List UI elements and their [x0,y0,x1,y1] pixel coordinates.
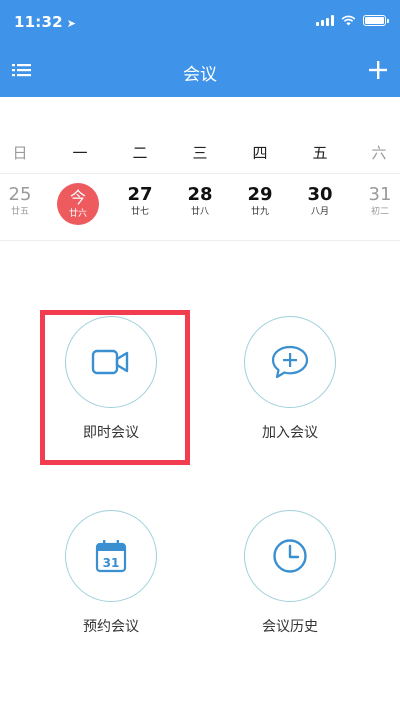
lunar-date: 廿六 [68,209,87,219]
date-number: 31 [368,184,392,205]
instant-meeting-button[interactable]: 即时会议 [41,316,181,442]
bottom-area [0,631,400,711]
status-time: 11:32 ➤ [14,13,76,31]
weekday-thu: 四 [252,144,268,162]
join-meeting-button[interactable]: 加入会议 [220,316,360,442]
weekday-sat: 六 [371,144,387,162]
wifi-icon [341,15,356,26]
weekday-row: 日 一 二 三 四 五 六 [0,142,400,172]
weekday-wed: 三 [192,144,208,162]
weekday-mon: 一 [72,144,88,162]
plus-icon [369,61,387,79]
schedule-meeting-button[interactable]: 31 预约会议 [41,510,181,636]
date-number: 30 [307,184,333,205]
battery-icon [363,15,389,26]
lunar-date: 廿五 [10,207,29,217]
date-number: 28 [187,184,213,205]
status-icons [316,15,389,26]
action-circle [65,316,157,408]
weekday-sun: 日 [12,144,28,162]
weekday-tue: 二 [132,144,148,162]
app-header: 11:32 ➤ 会议 [0,0,400,97]
lunar-date: 廿八 [190,207,209,217]
action-circle: 31 [65,510,157,602]
date-number: 25 [8,184,32,205]
signal-icon [316,15,334,26]
date-cell[interactable]: 29 廿九 [237,178,283,228]
action-label: 会议历史 [262,619,318,635]
page-title: 会议 [183,65,217,85]
action-circle [244,316,336,408]
date-cell[interactable]: 25 廿五 [0,178,43,228]
date-number: 29 [247,184,273,205]
action-label: 即时会议 [83,425,139,441]
lunar-date: 廿七 [130,207,149,217]
meeting-history-button[interactable]: 会议历史 [220,510,360,636]
status-time-text: 11:32 [14,13,63,31]
date-number: 27 [127,184,153,205]
lunar-date: 八月 [310,207,329,217]
location-arrow-icon: ➤ [66,17,77,30]
date-cell[interactable]: 30 八月 [297,178,343,228]
date-cell[interactable]: 27 廿七 [117,178,163,228]
video-camera-icon [91,349,129,375]
date-cell[interactable]: 28 廿八 [177,178,223,228]
date-cell-today[interactable]: 今 廿六 [57,183,99,225]
chat-bubble-plus-icon [271,345,309,379]
action-label: 预约会议 [83,619,139,635]
calendar-icon-number: 31 [103,556,120,570]
lunar-date: 廿九 [250,207,269,217]
date-cell[interactable]: 31 初二 [357,178,400,228]
calendar-31-icon: 31 [95,540,127,573]
date-row: 25 廿五 今 廿六 27 廿七 28 廿八 29 廿九 30 八月 31 初二 [0,178,400,234]
weekday-fri: 五 [312,144,328,162]
divider [0,173,400,174]
lunar-date: 初二 [370,207,389,217]
action-circle [244,510,336,602]
add-button[interactable] [366,58,390,82]
clock-icon [273,539,307,573]
date-number: 今 [69,188,86,207]
action-label: 加入会议 [262,425,318,441]
